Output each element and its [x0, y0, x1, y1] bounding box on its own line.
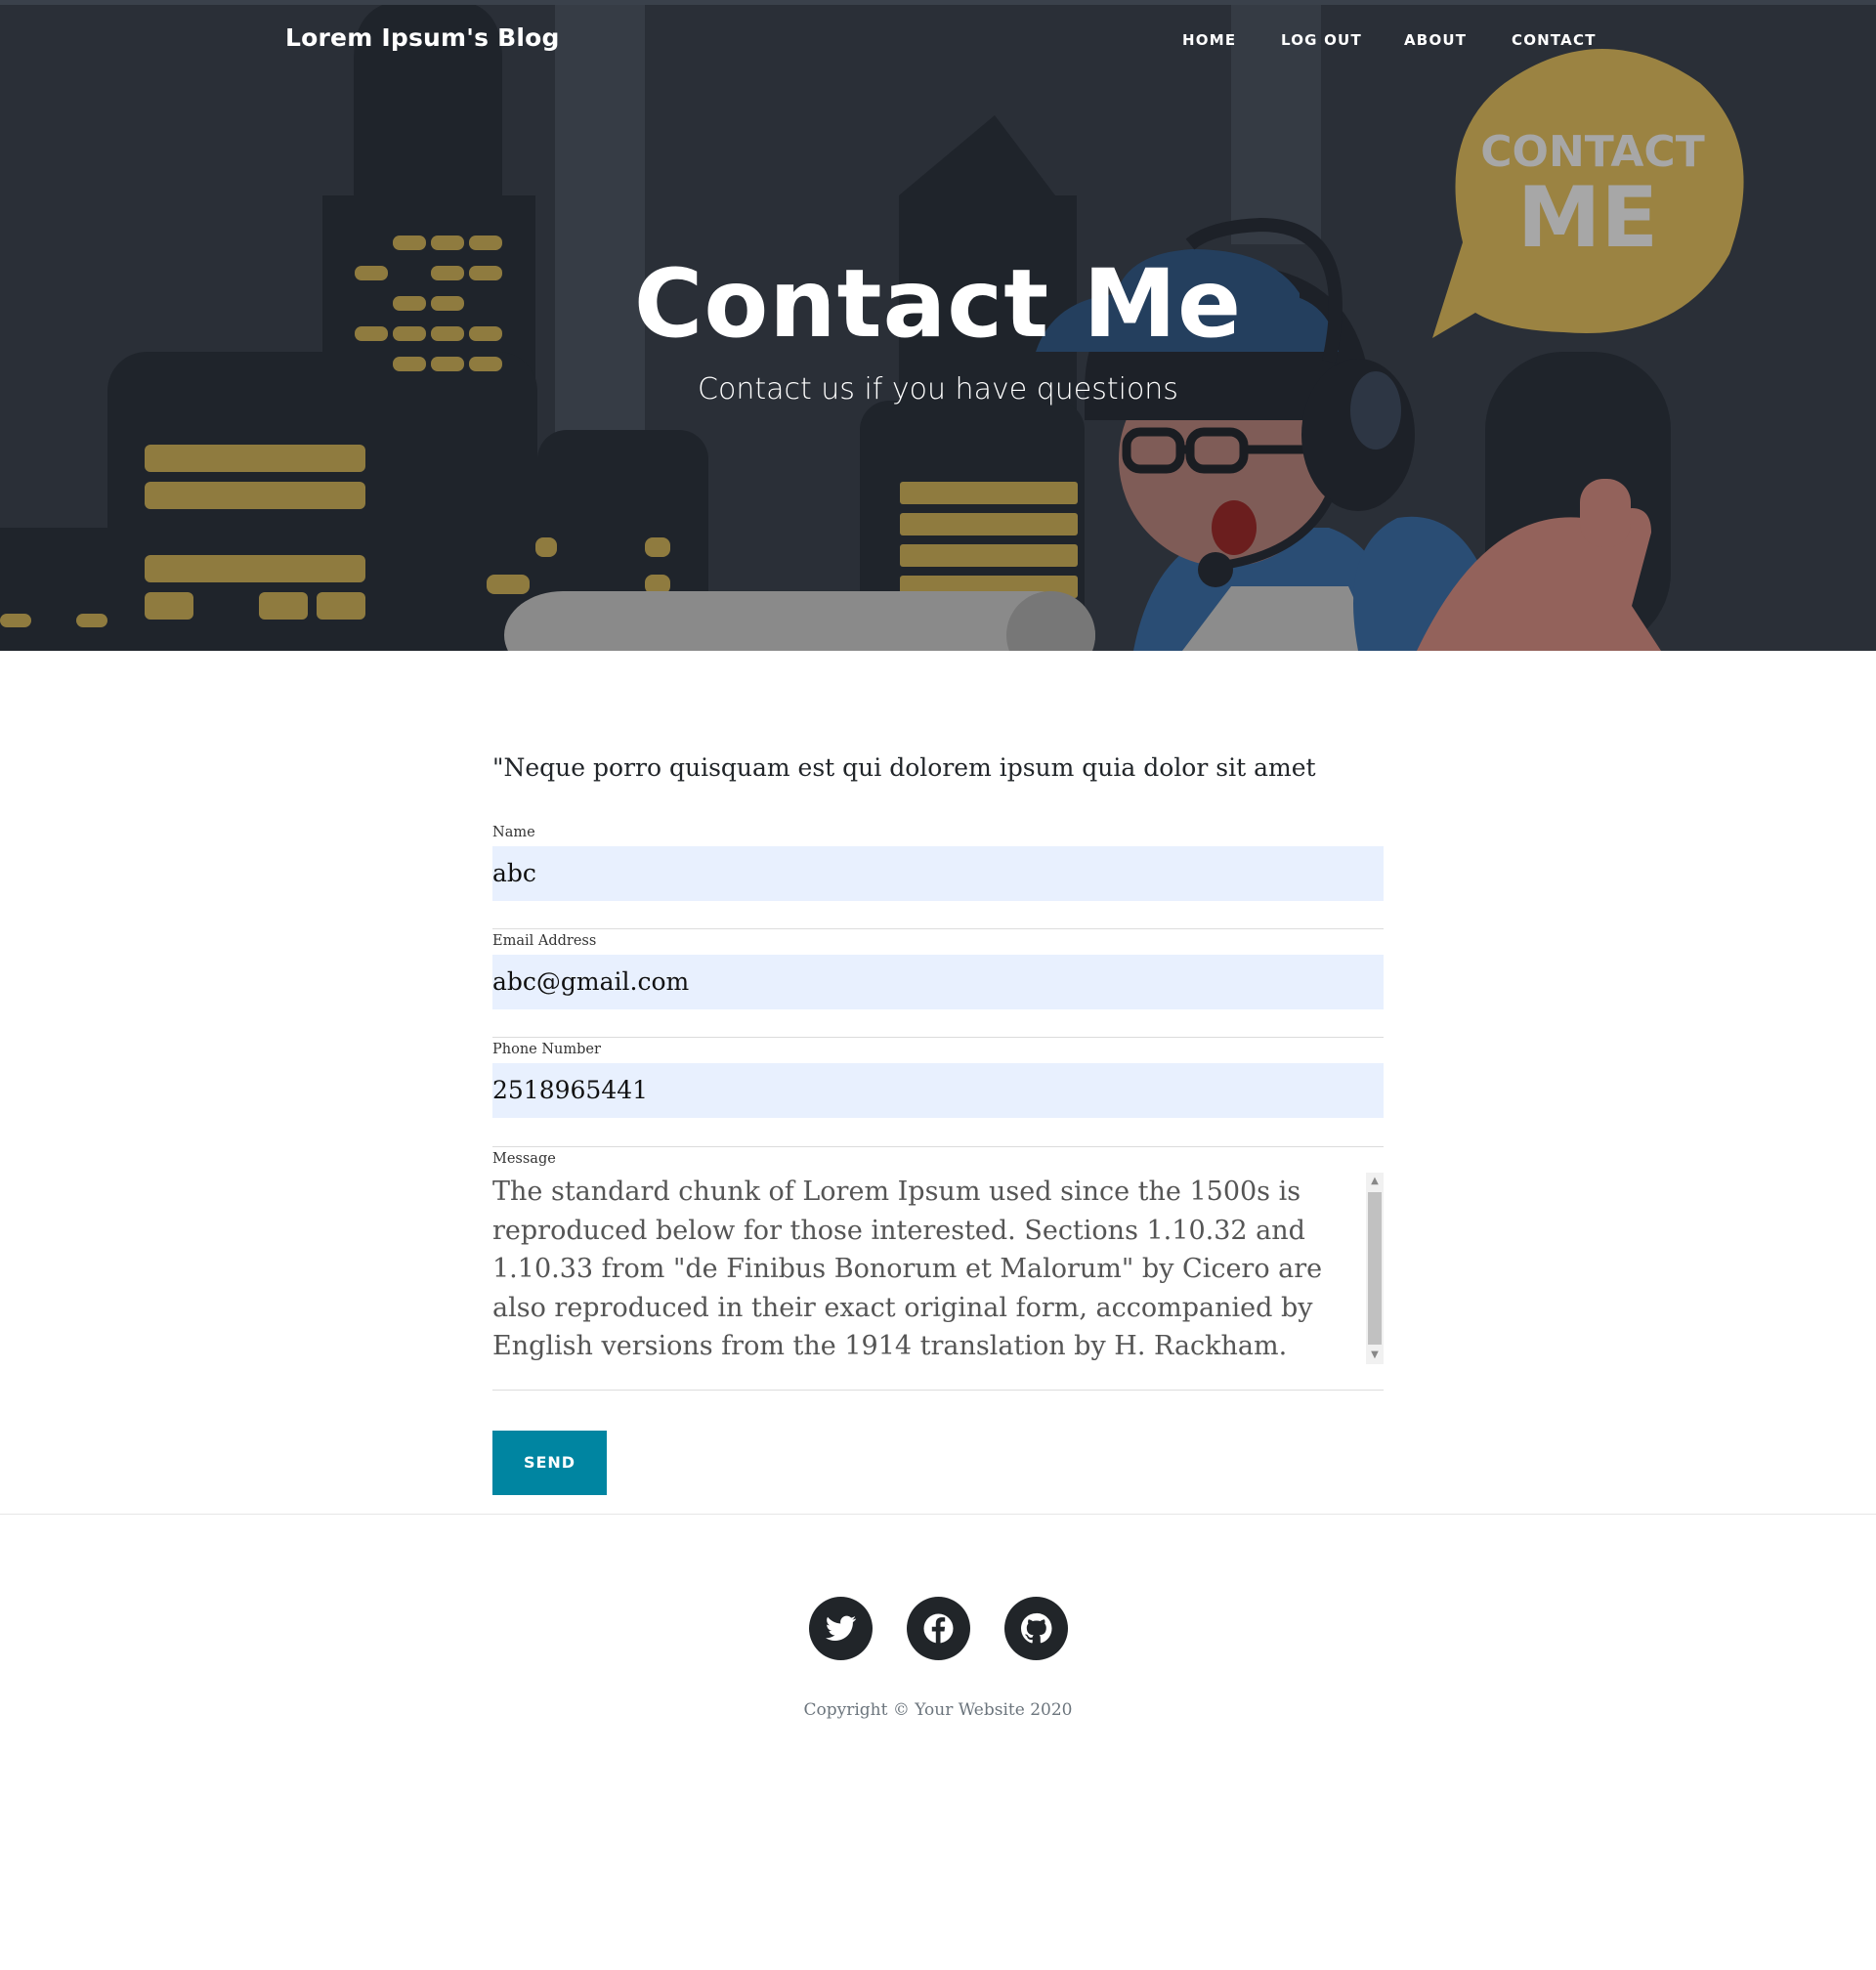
- copyright-text: Copyright © Your Website 2020: [803, 1700, 1073, 1720]
- message-text: The standard chunk of Lorem Ipsum used s…: [492, 1177, 1323, 1361]
- twitter-link[interactable]: [809, 1597, 873, 1660]
- twitter-icon: [825, 1615, 857, 1641]
- phone-input[interactable]: 2518965441: [492, 1063, 1384, 1118]
- facebook-icon: [923, 1613, 954, 1644]
- intro-text: "Neque porro quisquam est qui dolorem ip…: [492, 753, 1316, 782]
- navbar: Lorem Ipsum's Blog HOME LOG OUT ABOUT CO…: [0, 0, 1876, 82]
- footer-divider: [0, 1514, 1876, 1515]
- name-divider: [492, 928, 1384, 929]
- email-label: Email Address: [492, 933, 597, 949]
- github-link[interactable]: [1004, 1597, 1068, 1660]
- nav-about[interactable]: ABOUT: [1404, 31, 1467, 49]
- scrollbar-thumb[interactable]: [1368, 1192, 1382, 1345]
- phone-divider: [492, 1146, 1384, 1147]
- scroll-up-arrow-icon[interactable]: ▲: [1366, 1173, 1384, 1190]
- name-input[interactable]: abc: [492, 846, 1384, 901]
- email-input[interactable]: abc@gmail.com: [492, 955, 1384, 1009]
- hero-header: CONTACT ME Lorem Ipsum's Blog HOME LOG O…: [0, 0, 1876, 651]
- scroll-down-arrow-icon[interactable]: ▼: [1366, 1347, 1384, 1364]
- nav-contact[interactable]: CONTACT: [1512, 31, 1597, 49]
- facebook-link[interactable]: [907, 1597, 970, 1660]
- message-divider: [492, 1390, 1384, 1391]
- message-textarea[interactable]: The standard chunk of Lorem Ipsum used s…: [492, 1173, 1384, 1364]
- send-button[interactable]: SEND: [492, 1431, 607, 1495]
- message-label: Message: [492, 1151, 556, 1167]
- email-divider: [492, 1037, 1384, 1038]
- page-subtitle: Contact us if you have questions: [698, 372, 1178, 407]
- brand-link[interactable]: Lorem Ipsum's Blog: [285, 23, 560, 52]
- name-label: Name: [492, 825, 535, 840]
- nav-home[interactable]: HOME: [1182, 31, 1236, 49]
- phone-label: Phone Number: [492, 1042, 601, 1057]
- github-icon: [1021, 1612, 1052, 1644]
- message-scrollbar[interactable]: ▲ ▼: [1366, 1173, 1384, 1364]
- page-title: Contact Me: [633, 249, 1243, 359]
- nav-log-out[interactable]: LOG OUT: [1281, 31, 1362, 49]
